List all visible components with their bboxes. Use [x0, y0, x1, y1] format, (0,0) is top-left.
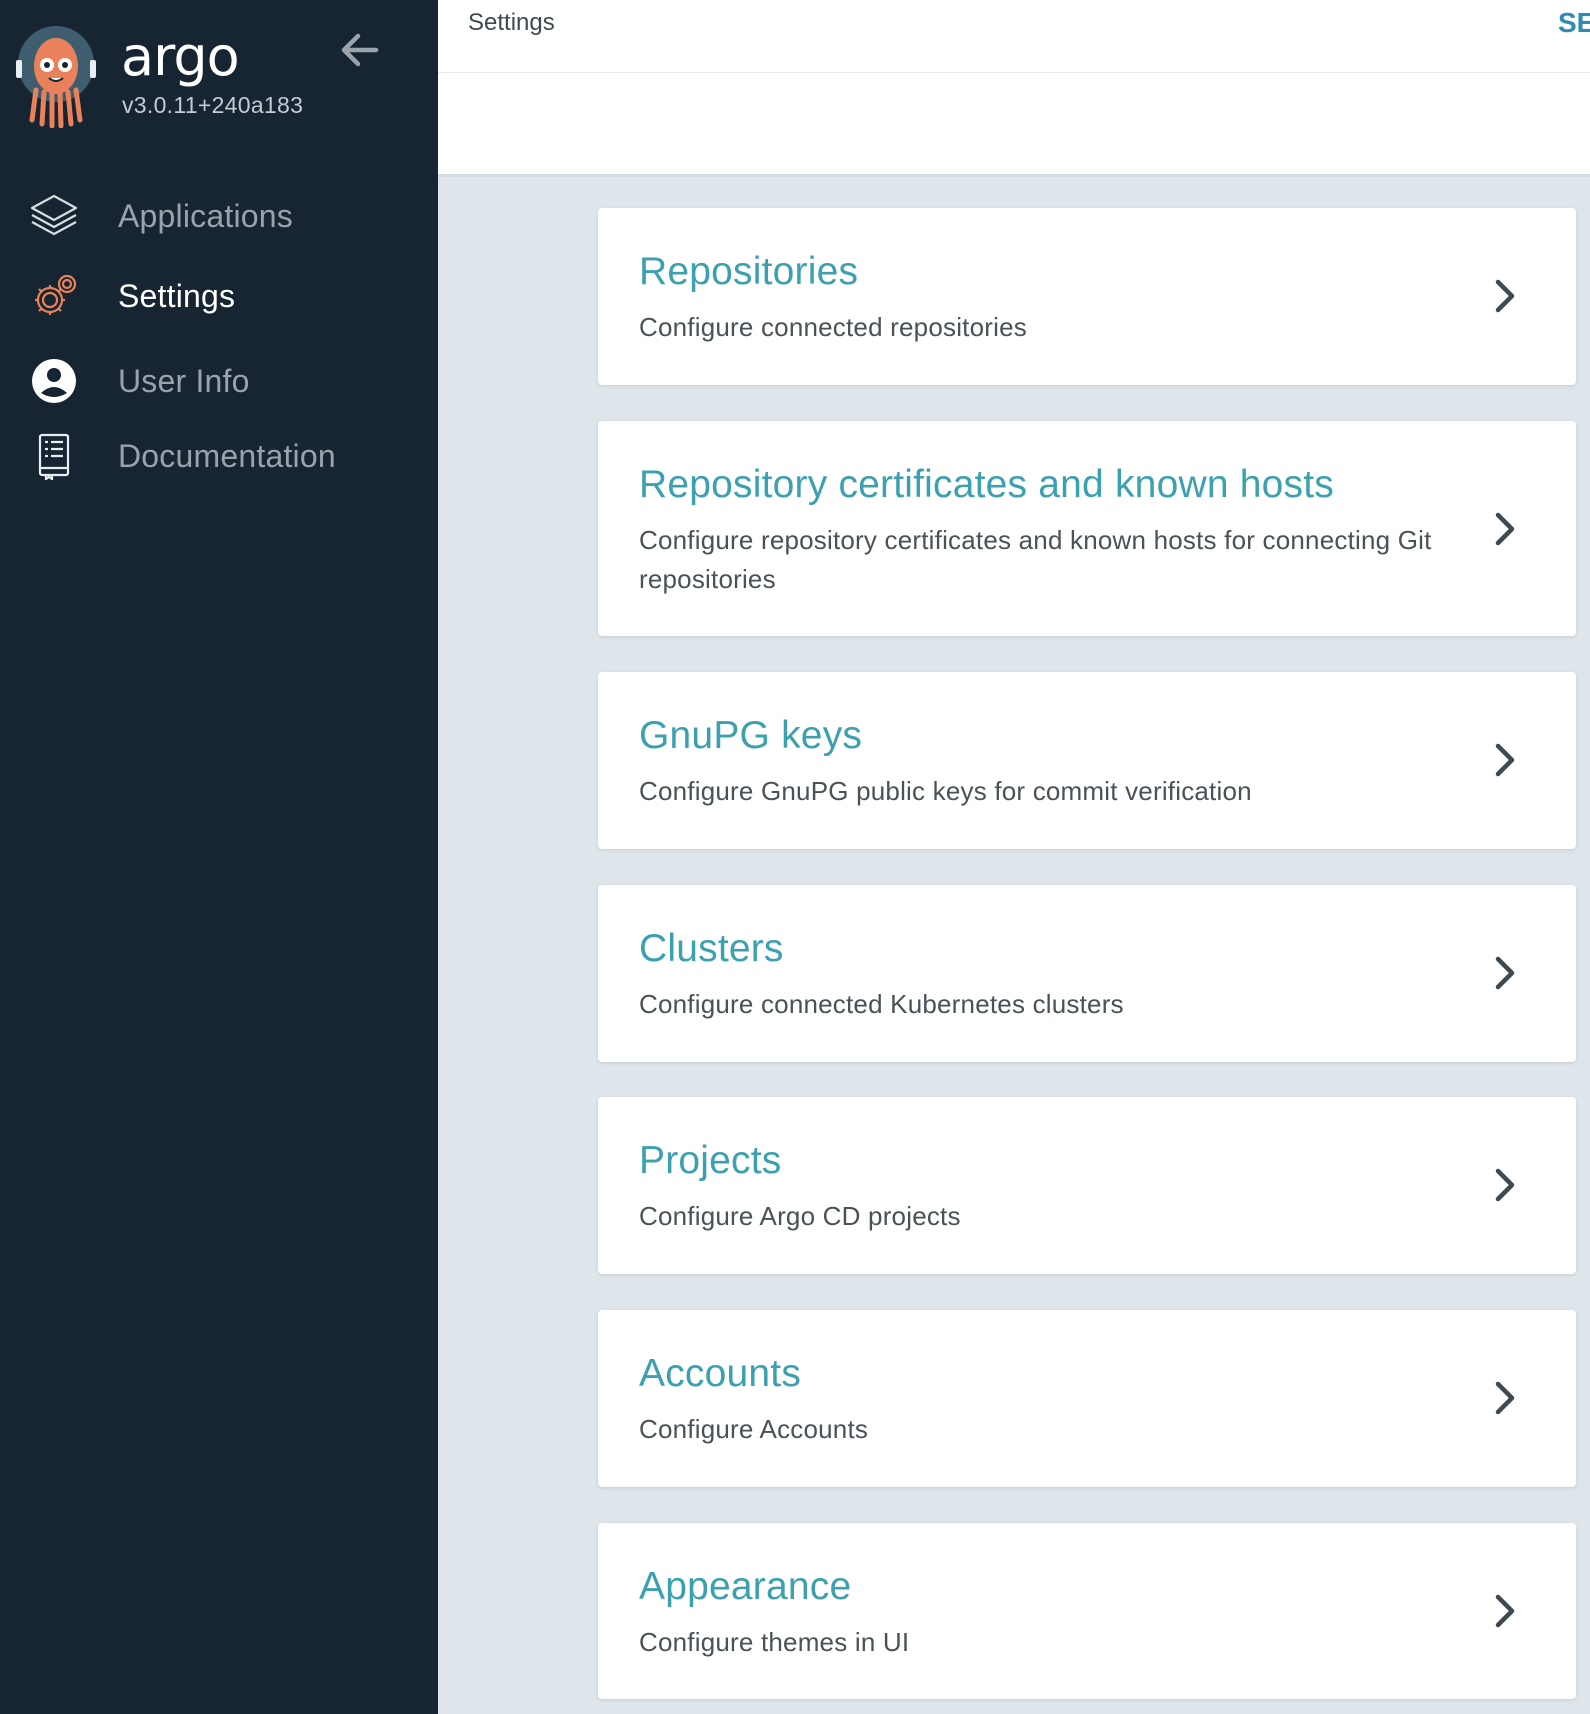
card-title: Appearance [639, 1565, 852, 1608]
collapse-sidebar-arrow-icon[interactable] [336, 30, 382, 70]
sidebar-item-label: Settings [118, 278, 236, 314]
card-description: Configure Accounts [639, 1414, 869, 1444]
page-title: Settings [468, 9, 555, 36]
settings-card-repositories[interactable]: Repositories Configure connected reposit… [598, 208, 1576, 385]
settings-card-appearance[interactable]: Appearance Configure themes in UI [598, 1523, 1576, 1699]
top-bar-border [438, 174, 1590, 177]
layers-icon [30, 194, 78, 236]
chevron-right-icon [1495, 512, 1515, 546]
chevron-right-icon [1495, 1594, 1515, 1628]
sidebar-item-label: Documentation [118, 438, 336, 474]
book-icon [38, 433, 70, 480]
card-description: Configure Argo CD projects [639, 1201, 961, 1231]
chevron-right-icon [1495, 279, 1515, 313]
top-bar: Settings SE [438, 0, 1590, 174]
card-description: Configure repository certificates and kn… [639, 525, 1432, 594]
chevron-right-icon [1495, 743, 1515, 777]
card-title: Accounts [639, 1352, 802, 1395]
chevron-right-icon [1495, 956, 1515, 990]
card-description: Configure GnuPG public keys for commit v… [639, 776, 1252, 806]
sidebar-item-label: User Info [118, 363, 250, 399]
argo-mascot-logo [16, 26, 96, 128]
chevron-right-icon [1495, 1168, 1515, 1202]
sidebar-item-settings[interactable]: Settings [0, 260, 438, 330]
sidebar-item-applications[interactable]: Applications [0, 180, 438, 250]
settings-card-clusters[interactable]: Clusters Configure connected Kubernetes … [598, 885, 1576, 1062]
top-action-button[interactable]: SE [1558, 6, 1590, 40]
top-bar-divider [438, 72, 1590, 73]
sidebar-item-label: Applications [118, 198, 293, 234]
sidebar: argo v3.0.11+240a183 Applications Settin… [0, 0, 438, 1714]
logo-wordmark: argo [121, 25, 240, 88]
card-description: Configure themes in UI [639, 1627, 910, 1657]
card-title: GnuPG keys [639, 714, 863, 757]
chevron-right-icon [1495, 1381, 1515, 1415]
settings-card-accounts[interactable]: Accounts Configure Accounts [598, 1310, 1576, 1487]
card-title: Projects [639, 1139, 782, 1182]
gears-icon [35, 274, 77, 315]
card-description: Configure connected Kubernetes clusters [639, 989, 1124, 1019]
sidebar-item-user-info[interactable]: User Info [0, 345, 438, 415]
version-label: v3.0.11+240a183 [122, 92, 304, 118]
settings-card-repository-certificates[interactable]: Repository certificates and known hosts … [598, 421, 1576, 636]
card-title: Clusters [639, 927, 784, 970]
user-circle-icon [32, 359, 76, 403]
logo-area: argo v3.0.11+240a183 [0, 0, 438, 140]
card-title: Repository certificates and known hosts [639, 463, 1334, 506]
card-title: Repositories [639, 250, 859, 293]
settings-card-gnupg-keys[interactable]: GnuPG keys Configure GnuPG public keys f… [598, 672, 1576, 849]
sidebar-item-documentation[interactable]: Documentation [0, 420, 438, 490]
card-description: Configure connected repositories [639, 312, 1027, 342]
settings-card-projects[interactable]: Projects Configure Argo CD projects [598, 1097, 1576, 1274]
